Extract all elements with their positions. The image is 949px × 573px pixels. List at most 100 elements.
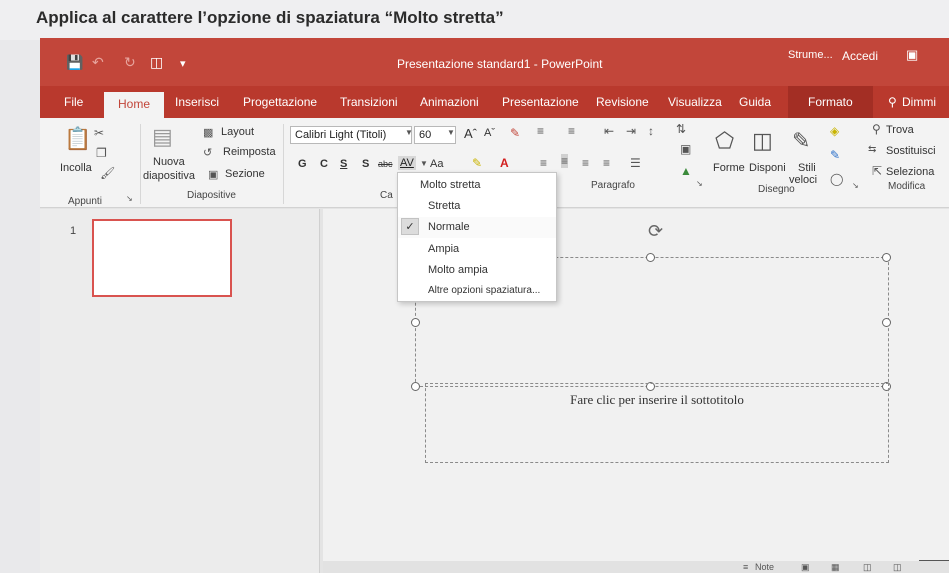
slideshow-view-icon[interactable]: ◫ xyxy=(893,562,902,573)
replace-icon[interactable]: ⇆ xyxy=(868,144,876,155)
resize-handle[interactable] xyxy=(411,382,420,391)
tab-help[interactable]: Guida xyxy=(739,95,771,109)
find-icon[interactable]: ⚲ xyxy=(872,122,881,136)
slide-thumbnail-1[interactable] xyxy=(92,219,232,297)
font-name-dropdown-icon[interactable]: ▼ xyxy=(405,128,413,137)
reading-view-icon[interactable]: ◫ xyxy=(863,562,872,573)
save-icon[interactable]: 💾 xyxy=(66,54,83,71)
layout-icon[interactable]: ▩ xyxy=(203,126,213,139)
new-slide-button[interactable]: Nuova xyxy=(153,156,185,168)
new-slide-label-2[interactable]: diapositiva xyxy=(143,170,195,182)
resize-handle[interactable] xyxy=(882,318,891,327)
tab-animations[interactable]: Animazioni xyxy=(420,95,479,109)
undo-icon[interactable]: ↶ xyxy=(92,54,104,71)
tab-slideshow[interactable]: Presentazione xyxy=(502,95,579,109)
highlight-color-icon[interactable]: ✎ xyxy=(472,156,482,170)
text-direction-icon[interactable]: ⇅ xyxy=(676,122,686,136)
align-right-icon[interactable]: ≡ xyxy=(582,156,589,170)
paste-icon[interactable]: 📋 xyxy=(64,126,91,152)
find-button[interactable]: Trova xyxy=(886,124,914,136)
paragraph-dialog-launcher-icon[interactable]: ↘ xyxy=(696,179,703,188)
cut-icon[interactable]: ✂ xyxy=(94,126,104,140)
normal-view-icon[interactable]: ▣ xyxy=(801,562,810,573)
clear-formatting-icon[interactable]: ✎ xyxy=(510,126,520,140)
resize-handle[interactable] xyxy=(411,318,420,327)
tab-review[interactable]: Revisione xyxy=(596,95,649,109)
tab-transitions[interactable]: Transizioni xyxy=(340,95,398,109)
resize-handle[interactable] xyxy=(882,253,891,262)
reset-icon[interactable]: ↺ xyxy=(203,146,212,159)
arrange-button[interactable]: Disponi xyxy=(749,162,786,174)
select-button[interactable]: Seleziona xyxy=(886,166,934,178)
shape-fill-icon[interactable]: ◈ xyxy=(830,124,839,138)
character-spacing-button[interactable]: AV xyxy=(398,156,416,170)
tell-me-lightbulb-icon[interactable]: ⚲ xyxy=(888,95,897,109)
spacing-normal-option[interactable]: ✓ Normale xyxy=(398,217,556,238)
new-slide-icon[interactable]: ▤ xyxy=(152,124,173,150)
shapes-button[interactable]: Forme xyxy=(713,162,745,174)
select-icon[interactable]: ⇱ xyxy=(872,164,882,178)
quick-styles-button[interactable]: Stili xyxy=(798,162,816,174)
resize-handle[interactable] xyxy=(646,253,655,262)
notes-icon[interactable]: ≡ xyxy=(743,562,748,572)
columns-icon[interactable]: ☰ xyxy=(630,156,641,170)
format-painter-icon[interactable]: 🖌 xyxy=(100,166,115,180)
replace-button[interactable]: Sostituisci xyxy=(886,145,936,157)
shapes-icon[interactable]: ⬠ xyxy=(715,128,734,154)
align-left-icon[interactable]: ≡ xyxy=(540,156,547,170)
more-spacing-options[interactable]: Altre opzioni spaziatura... xyxy=(398,281,556,302)
bold-button[interactable]: G xyxy=(298,158,307,170)
change-case-button[interactable]: Aa xyxy=(430,158,443,170)
rotate-handle-icon[interactable]: ⟳ xyxy=(648,221,663,242)
line-spacing-icon[interactable]: ↕ xyxy=(648,124,654,138)
character-spacing-dropdown-icon[interactable]: ▼ xyxy=(420,159,428,168)
sign-in-button[interactable]: Accedi xyxy=(842,49,878,63)
subtitle-placeholder[interactable]: Fare clic per inserire il sottotitolo xyxy=(425,383,889,463)
bullets-icon[interactable]: ≡ xyxy=(537,124,544,138)
notes-button[interactable]: Note xyxy=(755,562,774,572)
strikethrough-button[interactable]: abc xyxy=(378,159,393,169)
tab-home[interactable]: Home xyxy=(104,92,165,118)
text-shadow-button[interactable]: S xyxy=(362,158,369,170)
tab-tell-me[interactable]: Dimmi xyxy=(902,95,936,109)
shrink-font-icon[interactable]: Aˇ xyxy=(484,127,495,139)
shape-effects-icon[interactable]: ◯ xyxy=(830,172,843,186)
quick-styles-icon[interactable]: ✎ xyxy=(792,128,810,154)
justify-icon[interactable]: ≡ xyxy=(603,156,610,170)
redo-icon[interactable]: ↻ xyxy=(124,54,136,71)
reset-button[interactable]: Reimposta xyxy=(223,146,276,158)
tab-view[interactable]: Visualizza xyxy=(668,95,722,109)
align-center-icon[interactable]: ≡ xyxy=(561,154,569,168)
spacing-very-loose-option[interactable]: Molto ampia xyxy=(398,260,556,281)
drawing-dialog-launcher-icon[interactable]: ↘ xyxy=(852,181,859,190)
font-size-dropdown-icon[interactable]: ▼ xyxy=(447,128,455,137)
underline-button[interactable]: S xyxy=(340,158,347,170)
shape-outline-icon[interactable]: ✎ xyxy=(830,148,840,162)
ribbon-display-options-icon[interactable]: ▣ xyxy=(906,47,918,63)
copy-icon[interactable]: ❐ xyxy=(96,146,107,160)
slide-sorter-icon[interactable]: ▦ xyxy=(831,562,840,573)
font-name-combobox[interactable]: Calibri Light (Titoli) xyxy=(290,126,412,144)
tab-design[interactable]: Progettazione xyxy=(243,95,317,109)
spacing-loose-option[interactable]: Ampia xyxy=(398,239,556,260)
tab-file[interactable]: File xyxy=(64,95,83,109)
section-icon[interactable]: ▣ xyxy=(208,168,218,181)
decrease-indent-icon[interactable]: ⇤ xyxy=(604,124,614,138)
paste-button[interactable]: Incolla xyxy=(60,162,92,174)
tab-insert[interactable]: Inserisci xyxy=(175,95,219,109)
arrange-icon[interactable]: ◫ xyxy=(752,128,773,154)
layout-button[interactable]: Layout xyxy=(221,126,254,138)
increase-indent-icon[interactable]: ⇥ xyxy=(626,124,636,138)
italic-button[interactable]: C xyxy=(320,158,328,170)
align-text-icon[interactable]: ▣ xyxy=(680,142,691,156)
customize-toolbar-icon[interactable]: ▾ xyxy=(180,57,186,70)
spacing-very-tight-option[interactable]: Molto stretta xyxy=(398,175,556,196)
smartart-icon[interactable]: ▲ xyxy=(680,164,692,178)
clipboard-dialog-launcher-icon[interactable]: ↘ xyxy=(126,194,133,203)
spacing-tight-option[interactable]: Stretta xyxy=(398,196,556,217)
zoom-slider[interactable] xyxy=(919,560,949,561)
start-slideshow-icon[interactable]: ◫ xyxy=(150,54,163,71)
font-color-icon[interactable]: A xyxy=(500,156,509,170)
tab-format[interactable]: Formato xyxy=(788,86,873,118)
section-button[interactable]: Sezione xyxy=(225,168,265,180)
